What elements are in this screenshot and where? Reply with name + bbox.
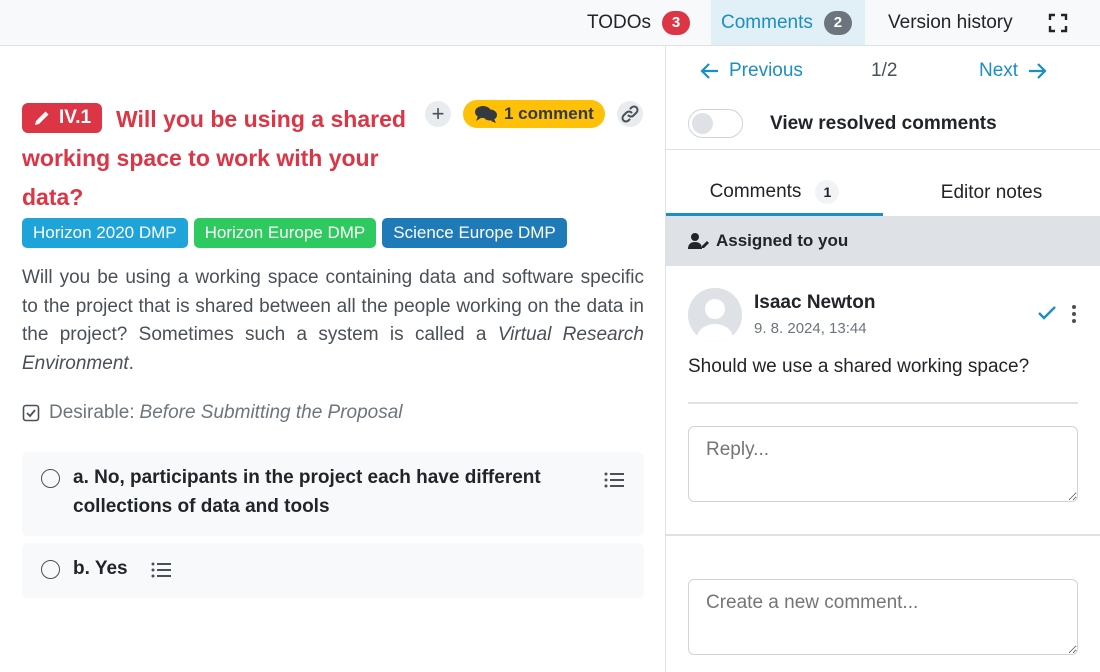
toggle-knob (692, 113, 713, 134)
tab-editor-notes[interactable]: Editor notes (883, 170, 1100, 216)
checkbox-icon (22, 404, 40, 422)
comments-icon (475, 106, 497, 123)
list-icon[interactable] (151, 561, 171, 579)
desirable-value: Before Submitting the Proposal (139, 402, 403, 423)
panel-tabs: Comments 1 Editor notes (666, 170, 1100, 216)
avatar (688, 288, 742, 342)
arrow-left-icon (700, 63, 718, 79)
view-resolved-row: View resolved comments (666, 98, 1100, 150)
question-description: Will you be using a working space contai… (22, 264, 644, 378)
todos-tab[interactable]: TODOs 3 (587, 0, 691, 45)
tab-editor-notes-label: Editor notes (940, 182, 1043, 203)
comment-text: Should we use a shared working space? (688, 356, 1030, 377)
next-button[interactable]: Next (979, 60, 1047, 82)
radio-option-a[interactable] (41, 469, 60, 488)
fullscreen-button[interactable] (1048, 0, 1068, 45)
version-history-tab[interactable]: Version history (888, 0, 1013, 45)
todos-label: TODOs (587, 11, 652, 33)
answer-option-b[interactable]: b. Yes (22, 543, 644, 598)
top-bar: TODOs 3 Comments 2 Version history (0, 0, 1100, 46)
tag-science-europe: Science Europe DMP (382, 218, 567, 248)
comments-tab[interactable]: Comments 2 (711, 0, 865, 45)
fullscreen-icon (1048, 13, 1068, 32)
page-counter: 1/2 (871, 60, 898, 81)
new-comment-input[interactable] (688, 579, 1078, 655)
user-avatar-icon (688, 288, 742, 342)
panel-separator (666, 534, 1100, 536)
tag-horizon-2020: Horizon 2020 DMP (22, 218, 188, 248)
pencil-icon (35, 111, 49, 125)
comment-timestamp: 9. 8. 2024, 13:44 (754, 320, 867, 337)
question-actions: + 1 comment (425, 100, 643, 128)
comment-count-button[interactable]: 1 comment (463, 100, 605, 128)
link-icon (621, 105, 639, 123)
comments-panel: Previous 1/2 Next View resolved comments… (665, 46, 1100, 672)
tab-comments-count: 1 (815, 179, 840, 204)
plus-icon: + (431, 101, 445, 126)
reply-input[interactable] (688, 426, 1078, 502)
previous-button[interactable]: Previous (700, 60, 803, 82)
assigned-label: Assigned to you (716, 231, 849, 250)
comments-count-badge: 2 (823, 10, 852, 35)
description-end: . (128, 352, 134, 374)
list-icon[interactable] (604, 471, 624, 489)
question-number-tag: IV.1 (22, 103, 103, 133)
option-a-label: a. No, participants in the project each … (73, 467, 541, 517)
resolve-check-icon[interactable] (1037, 304, 1057, 322)
question-tags: Horizon 2020 DMP Horizon Europe DMP Scie… (22, 218, 567, 248)
radio-option-b[interactable] (41, 560, 60, 579)
arrow-right-icon (1029, 63, 1047, 79)
comment-divider (688, 402, 1078, 404)
tab-comments[interactable]: Comments 1 (666, 170, 883, 216)
view-resolved-label: View resolved comments (770, 113, 997, 134)
more-options-icon[interactable] (1070, 304, 1078, 324)
comment-count-label: 1 comment (504, 104, 594, 123)
previous-label: Previous (729, 60, 803, 81)
version-history-label: Version history (888, 11, 1013, 33)
add-button[interactable]: + (425, 101, 451, 127)
option-b-label: b. Yes (73, 558, 128, 579)
comment-author: Isaac Newton (754, 292, 876, 313)
comments-label: Comments (721, 11, 813, 33)
view-resolved-toggle[interactable] (688, 109, 743, 138)
answer-option-a[interactable]: a. No, participants in the project each … (22, 452, 644, 536)
todos-count-badge: 3 (662, 10, 691, 35)
comment-navigation: Previous 1/2 Next (666, 46, 1100, 98)
desirable-label: Desirable: (49, 402, 135, 423)
question-number: IV.1 (59, 107, 92, 128)
copy-link-button[interactable] (616, 101, 643, 127)
tab-comments-label: Comments (709, 180, 802, 202)
user-assign-icon (688, 233, 709, 249)
assigned-to-you-header: Assigned to you (666, 216, 1100, 266)
next-label: Next (979, 60, 1019, 81)
desirable-phase: Desirable: Before Submitting the Proposa… (22, 402, 403, 424)
tag-horizon-europe: Horizon Europe DMP (193, 218, 377, 248)
